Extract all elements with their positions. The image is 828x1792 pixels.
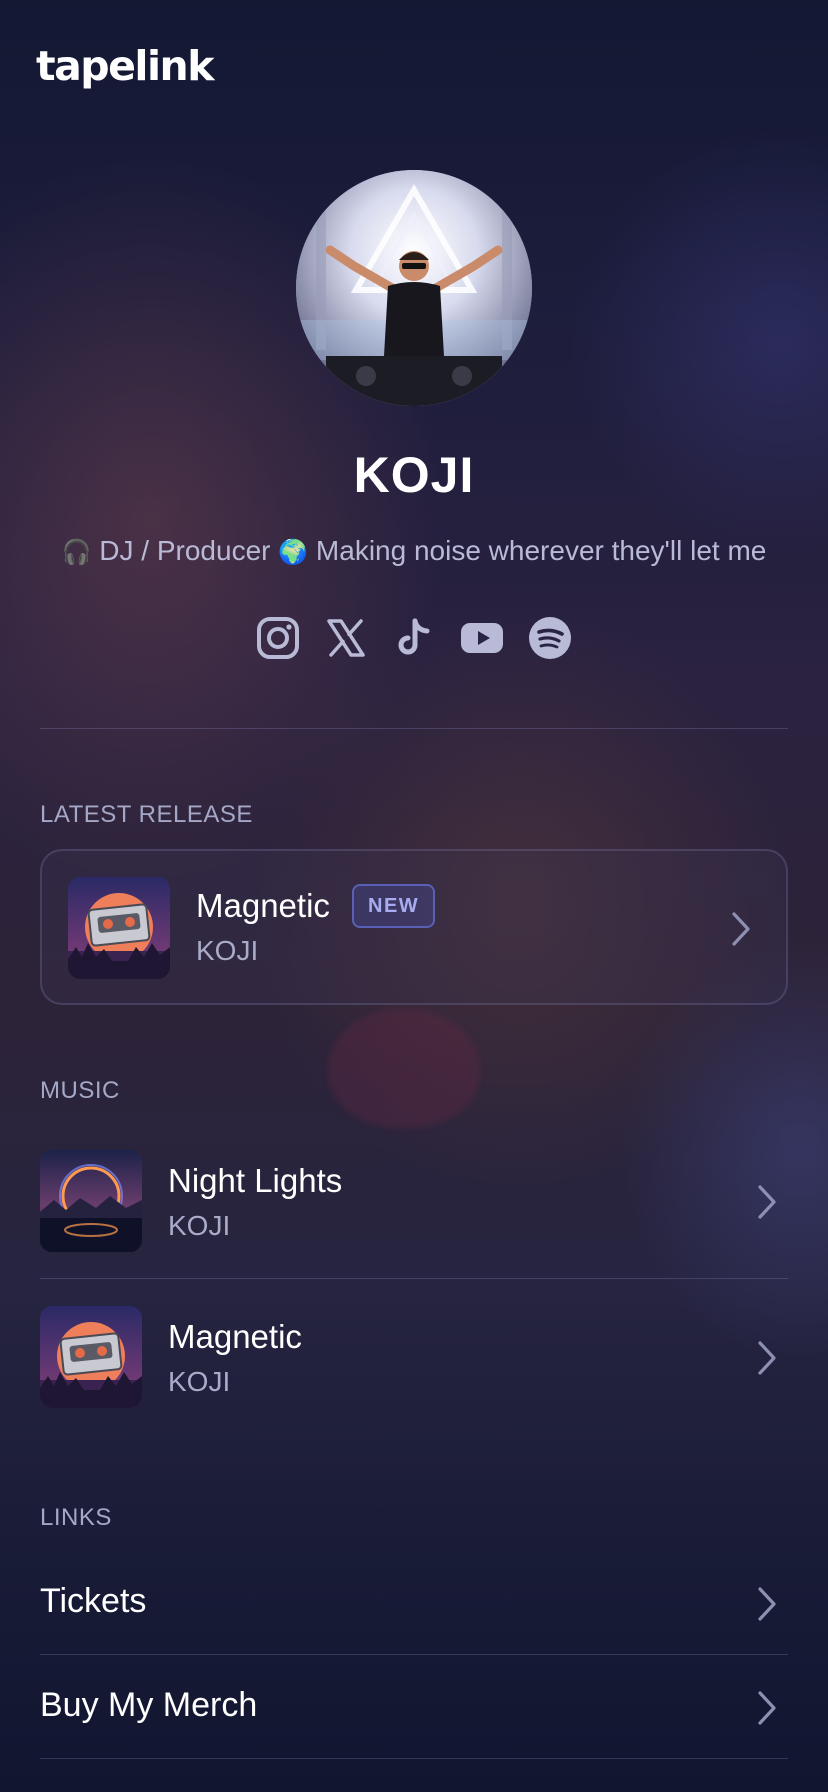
music-item-title: Magnetic (168, 1318, 302, 1355)
list-divider (40, 1758, 788, 1759)
music-item-title: Night Lights (168, 1162, 343, 1199)
youtube-icon[interactable] (460, 616, 504, 660)
chevron-right-icon (758, 1185, 776, 1219)
profile-page: tapelink KOJI 🎧 DJ / Producer 🌍 Making n… (0, 0, 828, 1792)
music-item-artist: KOJI (168, 1210, 231, 1241)
bio-text-tagline: Making noise wherever they'll let me (315, 535, 767, 566)
profile-bio: 🎧 DJ / Producer 🌍 Making noise wherever … (0, 535, 828, 567)
list-divider (40, 1278, 788, 1279)
bio-text-role: DJ / Producer (99, 535, 271, 566)
chevron-right-icon (758, 1691, 776, 1725)
instagram-icon[interactable] (256, 616, 300, 660)
social-links (0, 616, 828, 660)
globe-icon: 🌍 (278, 538, 309, 566)
dj-photo-icon (296, 170, 532, 406)
link-label: Buy My Merch (40, 1686, 258, 1724)
chevron-right-icon (758, 1587, 776, 1621)
section-divider (40, 728, 788, 729)
spotify-icon[interactable] (528, 616, 572, 660)
night-lights-cover-art (40, 1150, 142, 1252)
chevron-right-icon (732, 912, 750, 946)
music-item-artist: KOJI (168, 1366, 231, 1397)
latest-release-title: Magnetic (196, 887, 330, 924)
music-item-magnetic[interactable]: Magnetic KOJI (40, 1296, 788, 1416)
music-label: MUSIC (40, 1077, 120, 1104)
profile-avatar (296, 170, 532, 406)
link-label: Tickets (40, 1582, 147, 1620)
link-item-merch[interactable]: Buy My Merch (40, 1658, 788, 1758)
music-item-night-lights[interactable]: Night Lights KOJI (40, 1140, 788, 1260)
latest-release-artist: KOJI (196, 935, 259, 966)
latest-release-card[interactable]: Magnetic NEW KOJI (40, 849, 788, 1005)
brand-logo[interactable]: tapelink (36, 42, 214, 90)
magnetic-cover-art (68, 877, 170, 979)
list-divider (40, 1654, 788, 1655)
chevron-right-icon (758, 1341, 776, 1375)
latest-release-label: LATEST RELEASE (40, 801, 253, 828)
link-item-tickets[interactable]: Tickets (40, 1554, 788, 1654)
profile-name: KOJI (353, 447, 475, 503)
magnetic-cover-art (40, 1306, 142, 1408)
links-label: LINKS (40, 1504, 112, 1531)
tiktok-icon[interactable] (392, 616, 436, 660)
x-icon[interactable] (324, 616, 368, 660)
headphones-icon: 🎧 (61, 538, 92, 566)
new-badge: NEW (352, 884, 436, 928)
